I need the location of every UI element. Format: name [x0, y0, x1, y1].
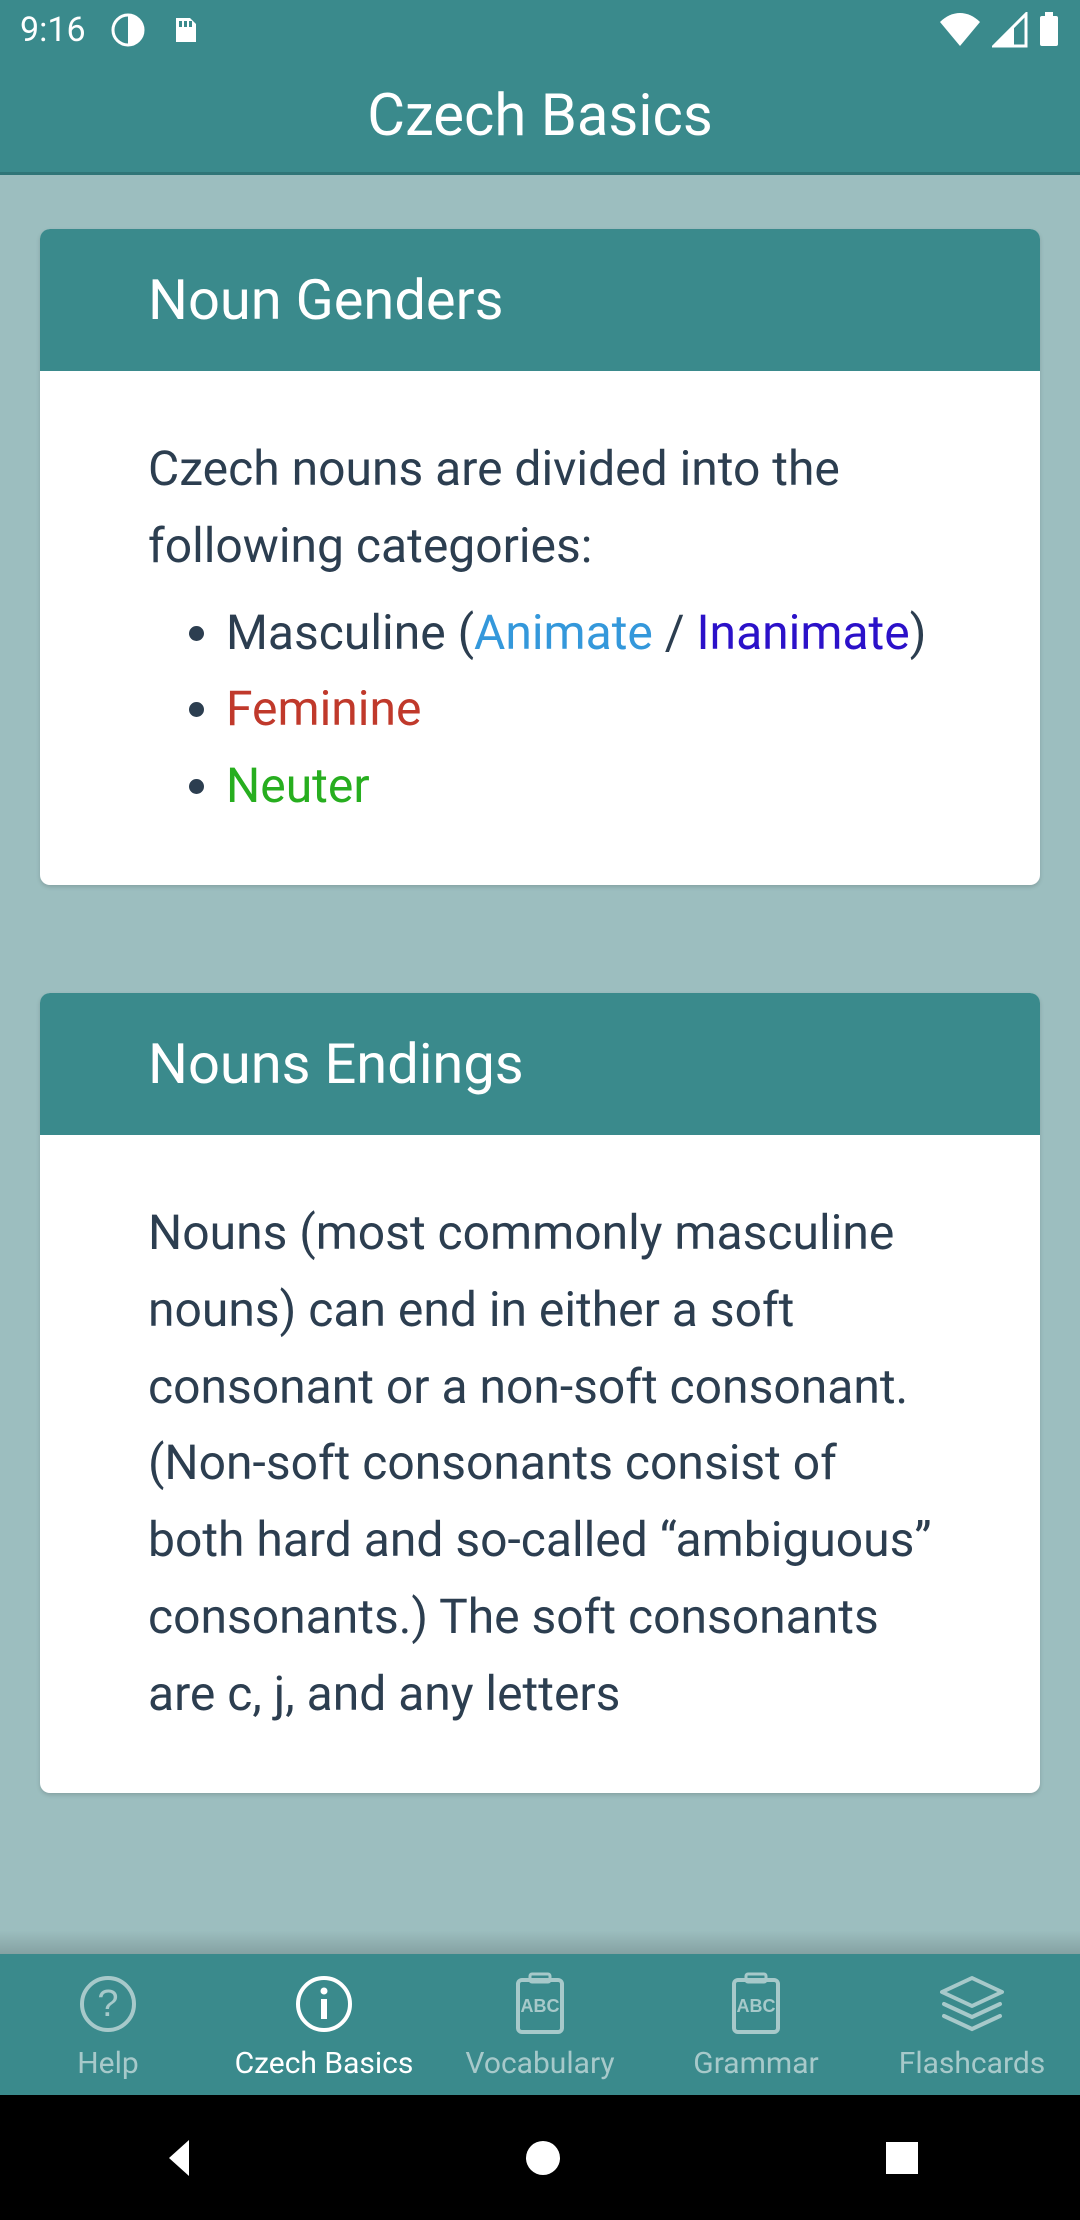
tab-flashcards[interactable]: Flashcards — [864, 1954, 1080, 2095]
list-item: Feminine — [226, 671, 932, 748]
intro-text: Czech nouns are divided into the followi… — [148, 431, 932, 585]
sd-card-icon — [170, 14, 202, 46]
link-inanimate[interactable]: Inanimate — [697, 604, 910, 661]
card-noun-endings: Nouns Endings Nouns (most commonly mascu… — [40, 993, 1040, 1793]
battery-icon — [1038, 12, 1060, 48]
book-abc-icon: ABC — [512, 1968, 568, 2040]
status-left: 9:16 — [20, 10, 202, 50]
text: ) — [910, 604, 927, 661]
text: / — [653, 604, 697, 661]
status-right — [938, 12, 1060, 48]
card-header: Noun Genders — [40, 229, 1040, 371]
gender-list: Masculine (Animate / Inanimate) Feminine… — [148, 595, 932, 825]
tab-help[interactable]: ? Help — [0, 1954, 216, 2095]
tab-vocabulary[interactable]: ABC Vocabulary — [432, 1954, 648, 2095]
status-bar: 9:16 — [0, 0, 1080, 60]
wifi-icon — [938, 12, 982, 48]
link-feminine[interactable]: Feminine — [226, 680, 421, 737]
info-icon — [294, 1968, 354, 2040]
card-noun-genders: Noun Genders Czech nouns are divided int… — [40, 229, 1040, 885]
body-text: Nouns (most commonly masculine nouns) ca… — [148, 1195, 932, 1733]
tab-label: Czech Basics — [235, 2046, 414, 2081]
tab-label: Vocabulary — [465, 2046, 614, 2081]
card-body: Czech nouns are divided into the followi… — [40, 371, 1040, 885]
book-abc-icon: ABC — [728, 1968, 784, 2040]
app-header: Czech Basics — [0, 60, 1080, 175]
link-neuter[interactable]: Neuter — [226, 757, 370, 814]
status-time: 9:16 — [20, 10, 86, 50]
tab-czech-basics[interactable]: Czech Basics — [216, 1954, 432, 2095]
tab-label: Flashcards — [899, 2046, 1046, 2081]
card-body: Nouns (most commonly masculine nouns) ca… — [40, 1135, 1040, 1793]
tab-label: Grammar — [693, 2046, 818, 2081]
tab-grammar[interactable]: ABC Grammar — [648, 1954, 864, 2095]
app-icon — [110, 12, 146, 48]
help-icon: ? — [78, 1968, 138, 2040]
nav-recent-button[interactable] — [881, 2137, 923, 2179]
stack-icon — [936, 1968, 1008, 2040]
cell-signal-icon — [992, 12, 1028, 48]
tab-label: Help — [77, 2046, 138, 2081]
content-area[interactable]: Noun Genders Czech nouns are divided int… — [0, 175, 1080, 1954]
svg-text:ABC: ABC — [737, 1996, 776, 2016]
card-title: Nouns Endings — [148, 1031, 932, 1097]
card-header: Nouns Endings — [40, 993, 1040, 1135]
text: Masculine ( — [226, 604, 474, 661]
list-item: Neuter — [226, 748, 932, 825]
svg-text:?: ? — [97, 1983, 118, 2025]
page-title: Czech Basics — [367, 82, 713, 150]
list-item: Masculine (Animate / Inanimate) — [226, 595, 932, 672]
link-animate[interactable]: Animate — [474, 604, 653, 661]
nav-home-button[interactable] — [519, 2134, 567, 2182]
svg-text:ABC: ABC — [521, 1996, 560, 2016]
tab-bar: ? Help Czech Basics ABC Vocabulary ABC G… — [0, 1954, 1080, 2095]
nav-back-button[interactable] — [157, 2134, 205, 2182]
system-nav-bar — [0, 2095, 1080, 2220]
card-title: Noun Genders — [148, 267, 932, 333]
